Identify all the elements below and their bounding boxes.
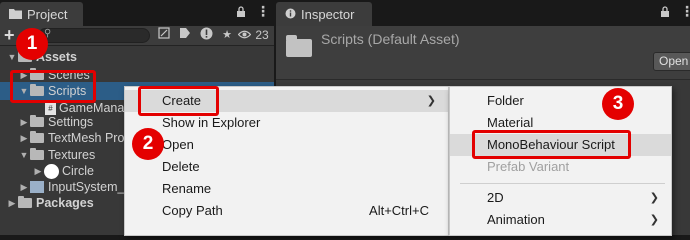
menu-item-rename[interactable]: Rename	[125, 178, 448, 200]
expanded-arrow-icon[interactable]: ▼	[6, 52, 18, 62]
shortcut-label: Alt+Ctrl+C	[369, 203, 429, 218]
folder-icon	[30, 148, 44, 160]
log-icon[interactable]	[197, 27, 215, 44]
create-submenu: Folder Material MonoBehaviour Script Pre…	[449, 86, 672, 236]
tab-project-label: Project	[27, 6, 68, 22]
tab-inspector-label: Inspector	[301, 6, 355, 22]
more-options-icon[interactable]: ⋮	[680, 3, 690, 20]
menu-item-copy-path[interactable]: Copy Path Alt+Ctrl+C	[125, 200, 448, 222]
folder-icon	[30, 131, 44, 143]
favorite-icon[interactable]: ★	[218, 27, 236, 44]
lock-icon[interactable]	[236, 6, 246, 20]
tab-inspector[interactable]: Inspector	[276, 2, 372, 26]
collapsed-arrow-icon[interactable]: ▶	[32, 166, 44, 177]
menu-item-2d[interactable]: 2D ❯	[450, 187, 671, 209]
search-by-label-icon[interactable]	[176, 27, 194, 44]
info-icon	[285, 7, 296, 22]
menu-item-folder[interactable]: Folder	[450, 90, 671, 112]
highlight-scripts	[10, 70, 96, 103]
highlight-create	[138, 86, 219, 116]
lock-icon[interactable]	[660, 6, 670, 20]
step-badge-1: 1	[16, 28, 48, 60]
submenu-arrow-icon: ❯	[649, 214, 659, 226]
expanded-arrow-icon[interactable]: ▼	[18, 150, 30, 160]
tab-project[interactable]: Project	[0, 2, 83, 26]
input-actions-icon	[30, 181, 44, 193]
more-options-icon[interactable]: ⋮	[256, 3, 270, 20]
folder-icon	[9, 7, 22, 22]
menu-item-delete[interactable]: Delete	[125, 156, 448, 178]
search-by-type-icon[interactable]	[155, 27, 173, 44]
folder-icon	[18, 196, 32, 208]
submenu-arrow-icon: ❯	[649, 192, 659, 204]
project-tabbar: Project ⋮	[0, 0, 274, 26]
step-badge-3: 3	[602, 88, 634, 120]
folder-icon	[286, 35, 312, 57]
search-input[interactable]: ⚲	[38, 28, 150, 43]
folder-icon	[30, 115, 44, 127]
step-badge-2: 2	[132, 128, 164, 160]
inspector-title: Scripts (Default Asset)	[321, 31, 460, 47]
collapsed-arrow-icon[interactable]: ▶	[18, 117, 30, 128]
hidden-packages-count[interactable]: 23	[237, 28, 269, 42]
add-icon[interactable]: +	[4, 25, 15, 46]
highlight-monobehaviour-script	[472, 130, 631, 159]
menu-item-prefab-variant: Prefab Variant	[487, 159, 570, 174]
menu-item-open[interactable]: Open	[125, 134, 448, 156]
submenu-arrow-icon: ❯	[426, 95, 436, 107]
collapsed-arrow-icon[interactable]: ▶	[6, 198, 18, 209]
menu-separator	[460, 183, 665, 184]
circle-sprite-icon	[44, 163, 59, 179]
collapsed-arrow-icon[interactable]: ▶	[18, 133, 30, 144]
open-button[interactable]: Open	[653, 52, 690, 71]
menu-item-animation[interactable]: Animation ❯	[450, 209, 671, 231]
inspector-header: Scripts (Default Asset) Open	[276, 26, 690, 80]
collapsed-arrow-icon[interactable]: ▶	[18, 182, 30, 193]
inspector-tabbar: Inspector ⋮	[276, 0, 690, 26]
eye-icon	[237, 28, 254, 42]
